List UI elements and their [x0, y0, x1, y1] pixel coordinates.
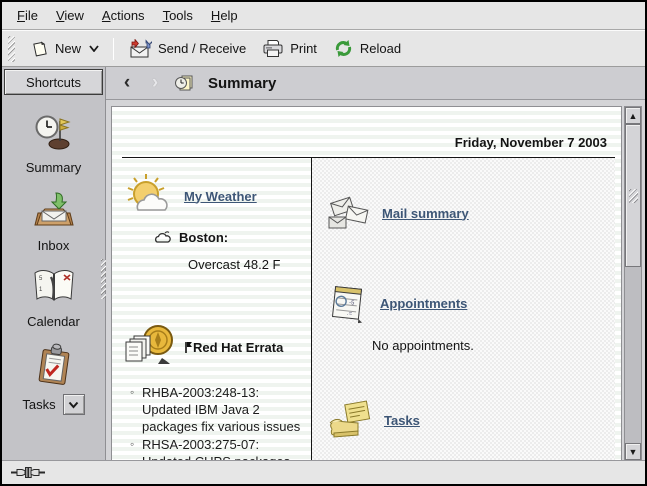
new-note-icon	[31, 40, 49, 58]
page-title: Summary	[208, 75, 276, 92]
sidebar-item-inbox[interactable]: Inbox	[2, 189, 105, 253]
summary-content: Friday, November 7 2003	[111, 106, 622, 460]
new-button[interactable]: New	[23, 36, 107, 62]
reload-label: Reload	[360, 41, 401, 56]
flag-glyph-icon	[184, 341, 192, 354]
weather-location: Boston:	[179, 230, 228, 245]
send-receive-icon	[128, 39, 152, 59]
summary-mini-icon	[174, 74, 194, 92]
send-receive-button[interactable]: Send / Receive	[120, 35, 254, 63]
inbox-icon	[32, 189, 76, 231]
menu-file[interactable]: File	[8, 4, 47, 27]
errata-item[interactable]: ◦ RHBA-2003:248-13: Updated IBM Java 2 p…	[130, 384, 305, 435]
errata-list: ◦ RHBA-2003:248-13: Updated IBM Java 2 p…	[124, 384, 305, 460]
toolbar: New Send / Receive Print	[2, 30, 645, 67]
appointments-link[interactable]: Appointments	[380, 296, 467, 311]
calendar-book-icon: 5 1	[31, 267, 77, 307]
back-button[interactable]: ‹	[118, 74, 136, 92]
menu-help[interactable]: Help	[202, 4, 247, 27]
bullet: ◦	[130, 384, 142, 435]
weather-condition: Overcast 48.2 F	[188, 257, 305, 272]
sidebar-item-label: Summary	[26, 160, 82, 175]
status-bar	[2, 460, 645, 484]
summary-date: Friday, November 7 2003	[122, 135, 615, 150]
reload-button[interactable]: Reload	[325, 35, 409, 62]
vertical-scrollbar[interactable]: ▲ ▼	[624, 106, 642, 460]
tasks-link[interactable]: Tasks	[384, 413, 420, 428]
shortcut-scroll-down-button[interactable]	[63, 394, 85, 415]
weather-sun-cloud-icon	[124, 172, 174, 220]
menu-actions[interactable]: Actions	[93, 4, 154, 27]
my-weather-link[interactable]: My Weather	[184, 189, 257, 204]
evolution-window: File View Actions Tools Help New	[0, 0, 647, 486]
print-button[interactable]: Print	[254, 35, 325, 62]
chevron-down-icon	[68, 401, 79, 409]
appointments-icon: -5 .=	[326, 282, 370, 324]
menu-bar: File View Actions Tools Help	[2, 2, 645, 30]
summary-left-column: My Weather Boston: Overcast 48.2 F	[122, 158, 312, 460]
scrollbar-trough[interactable]	[625, 124, 641, 443]
bullet: ◦	[130, 436, 142, 460]
window-body: Shortcuts Summary	[2, 67, 645, 460]
send-receive-label: Send / Receive	[158, 41, 246, 56]
tasks-clipboard-icon	[34, 343, 74, 387]
shortcuts-label: Shortcuts	[26, 75, 81, 90]
sidebar-item-summary[interactable]: Summary	[2, 111, 105, 175]
scroll-down-button[interactable]: ▼	[625, 443, 641, 460]
tasks-notes-icon	[326, 399, 374, 441]
summary-clock-icon	[33, 111, 75, 153]
menu-view[interactable]: View	[47, 4, 93, 27]
sidebar-item-label: Inbox	[38, 238, 70, 253]
folder-title-bar: ‹ › Summary	[106, 67, 645, 100]
print-label: Print	[290, 41, 317, 56]
summary-view: Friday, November 7 2003	[106, 100, 645, 460]
scrollbar-thumb[interactable]	[625, 124, 641, 267]
toolbar-grip[interactable]	[8, 36, 15, 62]
summary-right-column: Mail summary	[312, 158, 615, 460]
errata-title: Red Hat Errata	[193, 340, 283, 355]
new-label: New	[55, 41, 81, 56]
sidebar-item-calendar[interactable]: 5 1 Calendar	[2, 267, 105, 329]
chevron-down-icon	[89, 45, 99, 52]
scroll-up-button[interactable]: ▲	[625, 107, 641, 124]
shortcut-bar: Shortcuts Summary	[2, 67, 106, 460]
small-cloud-icon	[154, 231, 171, 244]
toolbar-separator	[113, 38, 114, 60]
errata-item[interactable]: ◦ RHSA-2003:275-07: Updated CUPS package…	[130, 436, 305, 460]
pane-resize-handle[interactable]	[101, 259, 106, 299]
sidebar-item-label: Tasks	[22, 397, 55, 412]
menu-tools[interactable]: Tools	[154, 4, 202, 27]
printer-icon	[262, 39, 284, 58]
mail-summary-icon	[326, 192, 372, 234]
online-status-plug-icon[interactable]	[11, 466, 45, 479]
forward-button[interactable]: ›	[146, 74, 164, 92]
sidebar-item-tasks[interactable]: Tasks	[2, 343, 105, 415]
reload-icon	[333, 39, 354, 58]
sidebar-item-label: Calendar	[27, 314, 80, 329]
shortcuts-group-button[interactable]: Shortcuts	[4, 69, 103, 95]
red-hat-errata-icon	[124, 322, 178, 372]
main-area: ‹ › Summary Friday, November 7 2003	[106, 67, 645, 460]
appointments-empty-text: No appointments.	[372, 338, 615, 353]
mail-summary-link[interactable]: Mail summary	[382, 206, 469, 221]
